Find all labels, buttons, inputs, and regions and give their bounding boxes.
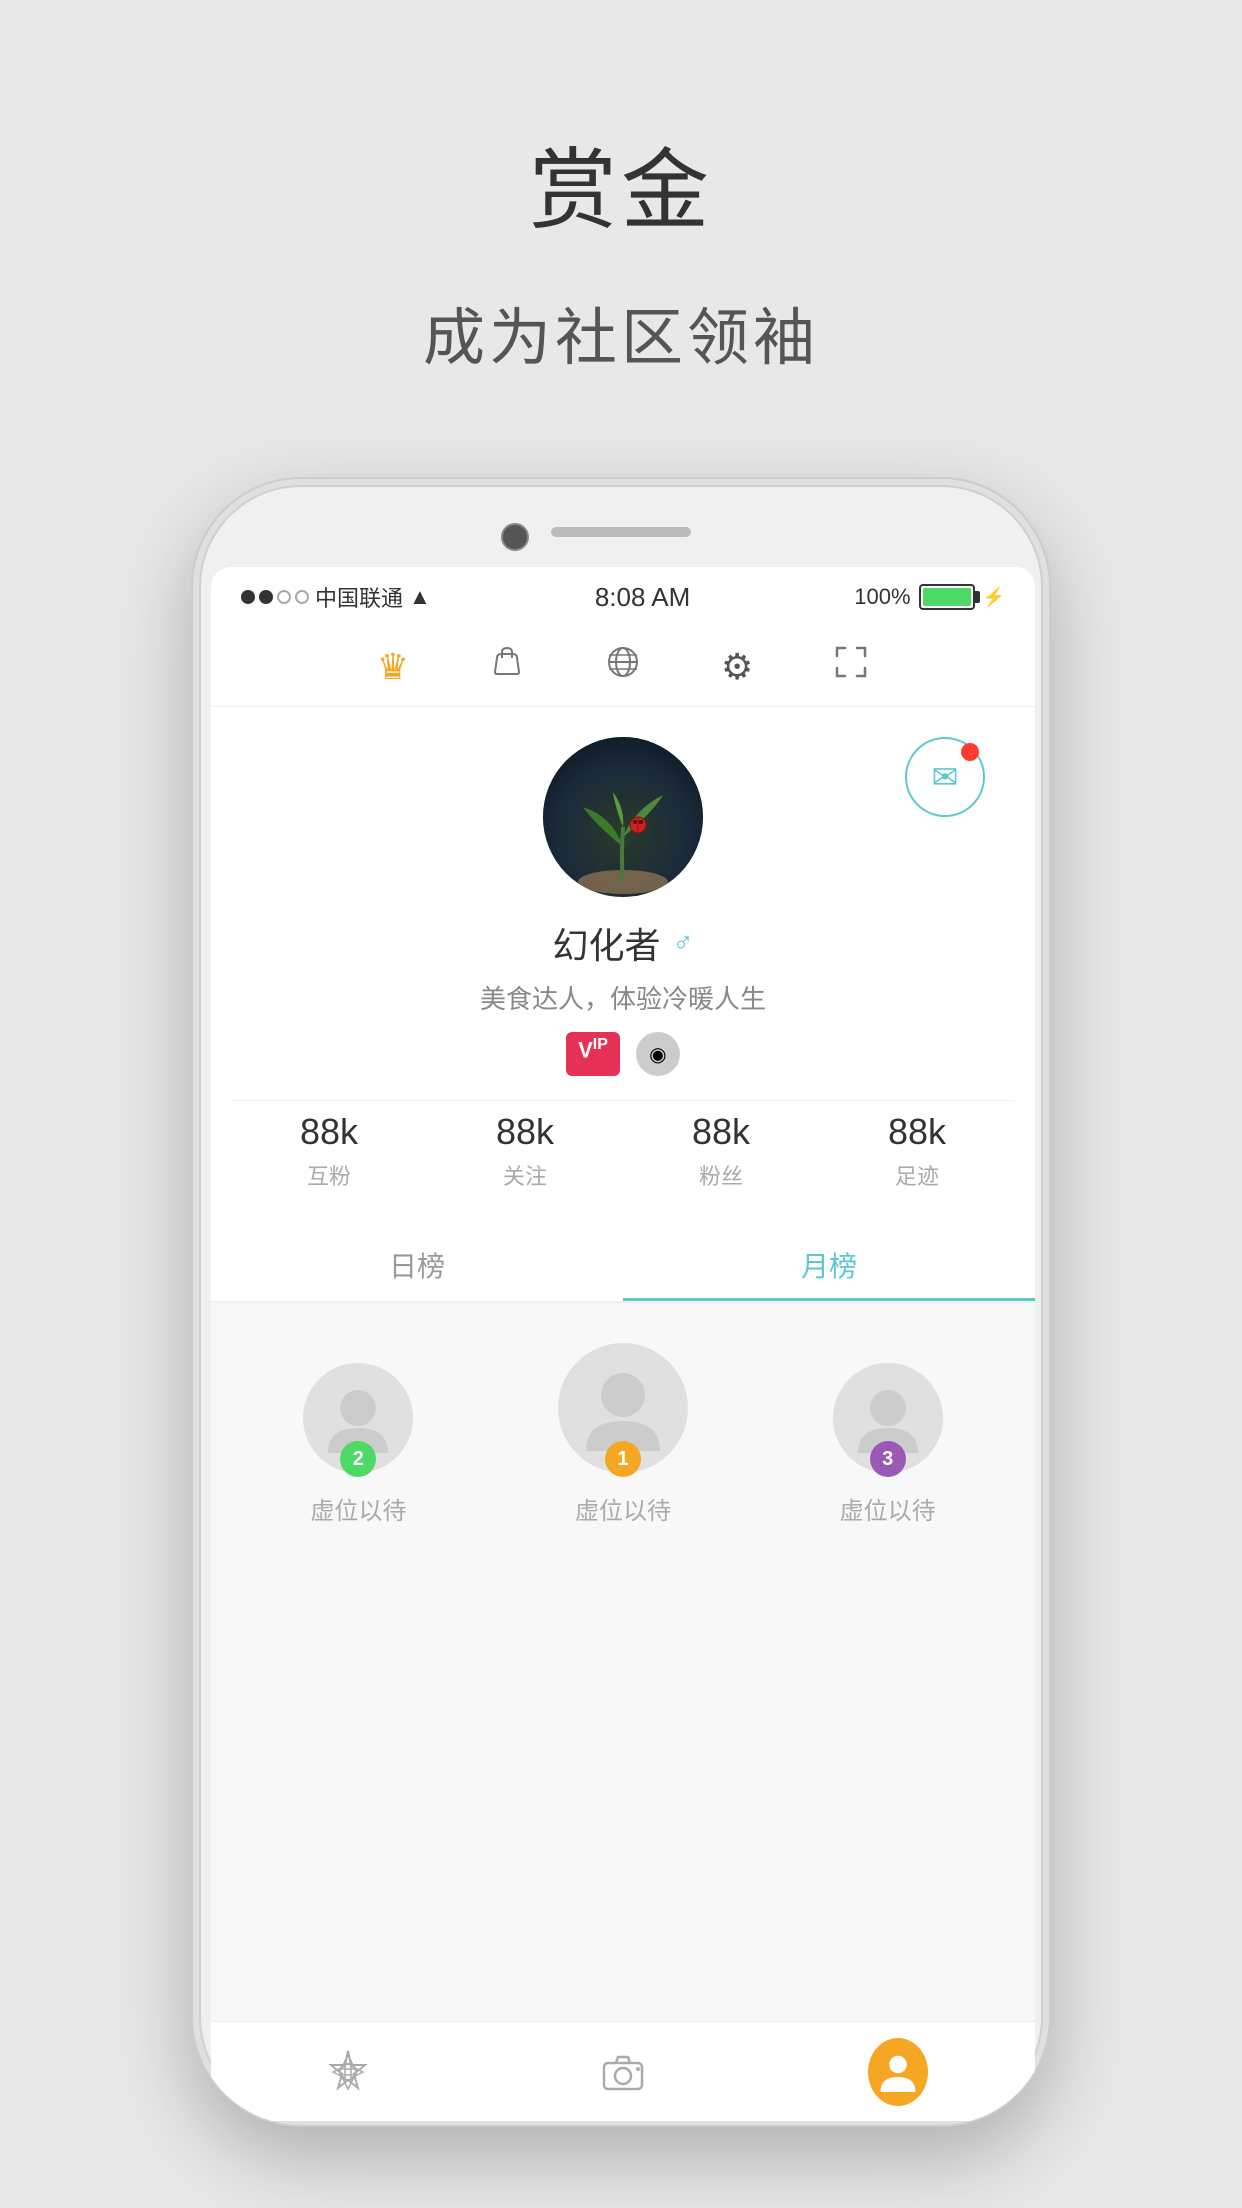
stat-footprints-num: 88k bbox=[888, 1111, 946, 1153]
stat-fans-label: 粉丝 bbox=[699, 1159, 743, 1191]
message-button[interactable]: ✉ bbox=[905, 737, 985, 817]
scan-nav-icon[interactable] bbox=[833, 644, 869, 689]
stat-fans[interactable]: 88k 粉丝 bbox=[692, 1111, 750, 1191]
podium-name-2: 虚位以待 bbox=[310, 1491, 406, 1526]
time-display: 8:08 AM bbox=[595, 582, 690, 613]
wifi-icon: ▲ bbox=[409, 584, 431, 610]
page-subtitle: 成为社区领袖 bbox=[423, 287, 819, 377]
stats-row: 88k 互粉 88k 关注 88k 粉丝 88k 足迹 bbox=[231, 1100, 1015, 1201]
podium-avatar-3: 3 bbox=[833, 1363, 943, 1473]
stat-footprints-label: 足迹 bbox=[895, 1159, 939, 1191]
status-bar: 中国联通 ▲ 8:08 AM 100% ⚡ bbox=[211, 567, 1035, 627]
stat-fans-num: 88k bbox=[692, 1111, 750, 1153]
stat-footprints[interactable]: 88k 足迹 bbox=[888, 1111, 946, 1191]
envelope-icon: ✉ bbox=[932, 758, 959, 796]
notification-dot bbox=[961, 743, 979, 761]
phone-screen: 中国联通 ▲ 8:08 AM 100% ⚡ ♛ bbox=[211, 567, 1035, 2121]
podium-avatar-1: 1 bbox=[558, 1343, 688, 1473]
person-nav-icon bbox=[868, 2042, 928, 2102]
bottom-nav bbox=[211, 2021, 1035, 2121]
phone-speaker bbox=[551, 527, 691, 537]
battery-icon bbox=[919, 584, 975, 610]
extra-badge: ◉ bbox=[636, 1032, 680, 1076]
stat-following-num: 88k bbox=[496, 1111, 554, 1153]
bolt-icon: ⚡ bbox=[983, 587, 1005, 608]
phone-camera bbox=[501, 523, 529, 551]
camera-nav-item[interactable] bbox=[487, 2042, 759, 2102]
bio-text: 美食达人，体验冷暖人生 bbox=[480, 979, 766, 1016]
profile-section: ✉ 幻化者 ♂ 美食达人，体验冷暖人生 VIP ◉ bbox=[211, 707, 1035, 1231]
username-text: 幻化者 bbox=[552, 917, 660, 969]
badge-row: VIP ◉ bbox=[566, 1032, 680, 1076]
gender-icon: ♂ bbox=[673, 927, 694, 959]
page-title: 赏金 bbox=[529, 120, 713, 247]
gear-nav-icon[interactable]: ⚙ bbox=[721, 646, 753, 688]
rank-badge-1: 1 bbox=[605, 1441, 641, 1477]
stat-mutual[interactable]: 88k 互粉 bbox=[300, 1111, 358, 1191]
podium-item-2: 2 虚位以待 bbox=[303, 1363, 413, 1526]
globe-nav-icon[interactable] bbox=[605, 644, 641, 689]
tab-monthly[interactable]: 月榜 bbox=[623, 1231, 1035, 1301]
stat-following[interactable]: 88k 关注 bbox=[496, 1111, 554, 1191]
avatar bbox=[543, 737, 703, 897]
phone-mockup: 中国联通 ▲ 8:08 AM 100% ⚡ ♛ bbox=[191, 477, 1051, 2127]
profile-nav-item[interactable] bbox=[762, 2042, 1034, 2102]
battery-percent: 100% bbox=[854, 584, 910, 610]
tab-daily[interactable]: 日榜 bbox=[211, 1231, 623, 1301]
podium-row: 2 虚位以待 1 虚位以待 bbox=[231, 1343, 1015, 1546]
bag-nav-icon[interactable] bbox=[489, 644, 525, 689]
crown-nav-icon[interactable]: ♛ bbox=[377, 646, 409, 688]
podium-avatar-2: 2 bbox=[303, 1363, 413, 1473]
carrier-text: 中国联通 bbox=[315, 581, 403, 613]
star-nav-icon bbox=[318, 2042, 378, 2102]
podium-item-1: 1 虚位以待 bbox=[558, 1343, 688, 1526]
vip-badge: VIP bbox=[566, 1032, 620, 1076]
rank-badge-3: 3 bbox=[870, 1441, 906, 1477]
home-nav-item[interactable] bbox=[212, 2042, 484, 2102]
leaderboard-section: 2 虚位以待 1 虚位以待 bbox=[211, 1303, 1035, 2021]
podium-name-3: 虚位以待 bbox=[840, 1491, 936, 1526]
top-nav: ♛ ⚙ bbox=[211, 627, 1035, 707]
stat-mutual-num: 88k bbox=[300, 1111, 358, 1153]
rank-badge-2: 2 bbox=[340, 1441, 376, 1477]
tab-bar: 日榜 月榜 bbox=[211, 1231, 1035, 1303]
podium-item-3: 3 虚位以待 bbox=[833, 1363, 943, 1526]
camera-nav-icon bbox=[593, 2042, 653, 2102]
podium-name-1: 虚位以待 bbox=[575, 1491, 671, 1526]
stat-mutual-label: 互粉 bbox=[307, 1159, 351, 1191]
stat-following-label: 关注 bbox=[503, 1159, 547, 1191]
